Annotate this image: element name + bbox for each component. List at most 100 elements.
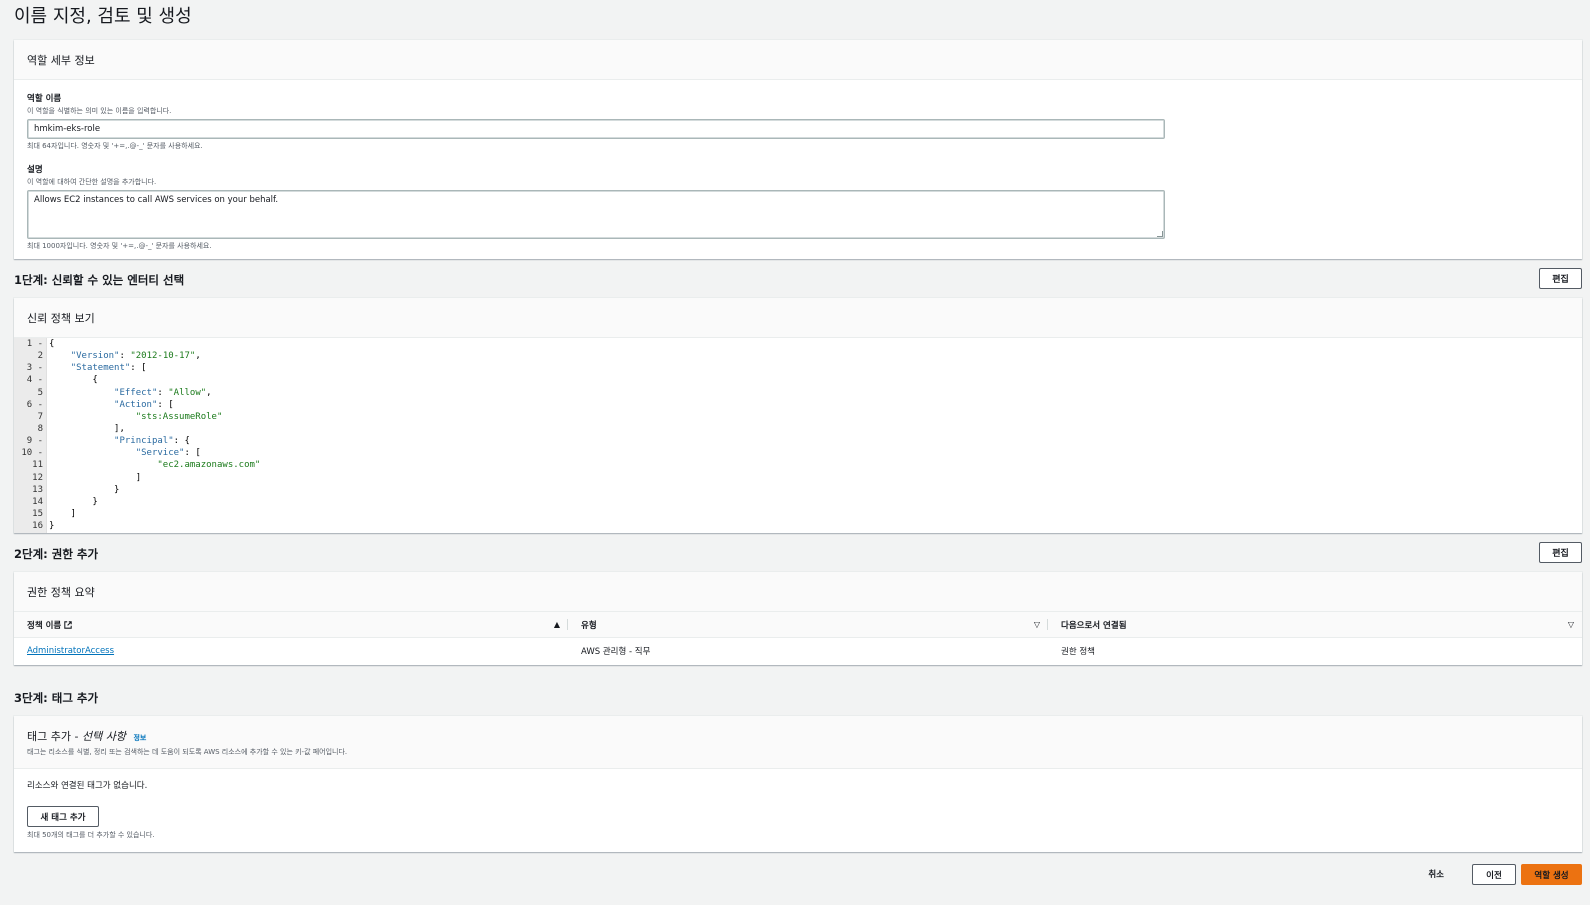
step2-title: 2단계: 권한 추가: [14, 547, 99, 561]
trust-policy-panel: 신뢰 정책 보기 1 - 23 -4 -56 -78 9 -10 -11 12 13 14…: [14, 298, 1582, 533]
code-line: "Version": "2012-10-17",: [49, 350, 1582, 362]
trust-policy-code-viewer: 1 - 23 -4 -56 -78 9 -10 -11 12 13 14 15 16 { "V…: [14, 338, 1582, 533]
line-number: 5: [37, 387, 43, 398]
line-number: 4 -: [26, 375, 43, 386]
code-token: }: [49, 521, 55, 532]
code-token: "Statement": [70, 363, 131, 374]
permissions-header: 권한 정책 요약: [14, 572, 1582, 612]
previous-button[interactable]: 이전: [1472, 864, 1516, 885]
no-tags-text: 리소스와 연결된 태그가 없습니다.: [27, 781, 148, 791]
step1-edit-button[interactable]: 편집: [1539, 268, 1582, 289]
role-name-value: hmkim-eks-role: [34, 124, 101, 134]
line-number: 1 -: [26, 339, 43, 349]
sort-descending-icon[interactable]: ▽: [1568, 620, 1574, 629]
code-token: {: [49, 339, 55, 349]
sort-descending-icon[interactable]: ▽: [1034, 620, 1040, 629]
policy-type-cell: AWS 관리형 - 직무: [581, 647, 651, 657]
line-number: 13: [32, 484, 43, 495]
code-line: {: [49, 338, 1582, 350]
code-token: "Allow": [168, 387, 207, 398]
description-label: 설명: [27, 165, 43, 175]
role-details-header: 역할 세부 정보: [14, 40, 1582, 80]
code-token: {: [49, 375, 98, 386]
code-token: ]: [49, 472, 142, 483]
code-token: "Version": [70, 351, 120, 362]
code-line: "Service": [: [49, 447, 1582, 459]
code-line: "Principal": {: [49, 435, 1582, 447]
column-policy-name-label: 정책 이름: [27, 620, 62, 631]
role-details-panel: 역할 세부 정보 역할 이름 이 역할을 식별하는 의미 있는 이름을 입력합니…: [14, 40, 1582, 259]
column-attached-as-label: 다음으로서 연결됨: [1061, 620, 1127, 631]
code-token: :: [119, 351, 131, 362]
description-textarea[interactable]: Allows EC2 instances to call AWS service…: [27, 190, 1165, 239]
code-token: "2012-10-17": [130, 351, 196, 362]
code-line: "Action": [: [49, 399, 1582, 411]
code-token: ],: [49, 423, 125, 434]
step3-title: 3단계: 태그 추가: [14, 691, 99, 705]
code-token: "Service": [135, 448, 185, 459]
role-name-hint: 최대 64자입니다. 영숫자 및 '+=,.@-_' 문자를 사용하세요.: [27, 142, 203, 150]
code-token: ,: [195, 351, 201, 362]
code-content: { "Version": "2012-10-17", "Statement": …: [47, 338, 1582, 533]
code-line: "ec2.amazonaws.com": [49, 459, 1582, 471]
cancel-button[interactable]: 취소: [1428, 868, 1444, 880]
tags-description: 태그는 리소스를 식별, 정리 또는 검색하는 데 도움이 되도록 AWS 리소…: [27, 747, 348, 756]
code-token: : [: [130, 363, 147, 374]
code-line: }: [49, 484, 1582, 496]
code-token: "Effect": [114, 387, 158, 398]
line-number: 6 -: [26, 399, 43, 410]
column-policy-name[interactable]: 정책 이름 ▲: [14, 612, 568, 637]
add-new-tag-button[interactable]: 새 태그 추가: [27, 806, 99, 827]
code-line: }: [49, 496, 1582, 508]
trust-policy-header: 신뢰 정책 보기: [14, 298, 1582, 338]
code-token: "ec2.amazonaws.com": [157, 460, 261, 471]
code-line: "sts:AssumeRole": [49, 411, 1582, 423]
info-link[interactable]: 정보: [133, 734, 146, 742]
tags-title: 태그 추가 -: [27, 729, 82, 743]
policy-link-administrator-access[interactable]: AdministratorAccess: [27, 646, 114, 656]
page-title: 이름 지정, 검토 및 생성: [14, 6, 192, 27]
column-type[interactable]: 유형 ▽: [568, 612, 1048, 637]
code-line: "Statement": [: [49, 362, 1582, 374]
line-number: 10 -: [21, 448, 43, 459]
policy-attached-cell: 권한 정책: [1061, 647, 1095, 657]
code-line: }: [49, 520, 1582, 532]
step1-title: 1단계: 신뢰할 수 있는 엔터티 선택: [14, 273, 185, 287]
permissions-table-header: 정책 이름 ▲ 유형 ▽ 다음으로서 연결됨 ▽: [14, 612, 1582, 638]
tags-title-optional: 선택 사항: [81, 729, 126, 743]
step2-edit-button[interactable]: 편집: [1539, 542, 1582, 563]
role-name-description: 이 역할을 식별하는 의미 있는 이름을 입력합니다.: [27, 107, 172, 115]
column-attached-as[interactable]: 다음으로서 연결됨 ▽: [1048, 612, 1582, 637]
role-name-input[interactable]: hmkim-eks-role: [27, 119, 1165, 139]
resize-handle-icon[interactable]: [1157, 231, 1163, 237]
code-line: ],: [49, 423, 1582, 435]
code-token: : [: [157, 399, 174, 410]
code-token: }: [49, 496, 98, 507]
code-token: ]: [49, 508, 77, 519]
tags-panel: 태그 추가 - 선택 사항 정보 태그는 리소스를 식별, 정리 또는 검색하는…: [14, 716, 1582, 852]
description-hint: 최대 1000자입니다. 영숫자 및 '+=,.@-_' 문자를 사용하세요.: [27, 242, 212, 250]
line-number: 12: [32, 472, 43, 483]
code-line: "Effect": "Allow",: [49, 387, 1582, 399]
line-number: 2: [37, 351, 43, 362]
code-token: }: [49, 484, 120, 495]
permissions-panel: 권한 정책 요약 정책 이름 ▲ 유형 ▽ 다음으로서 연결됨 ▽ Admini…: [14, 572, 1582, 665]
line-number: 15: [32, 508, 43, 519]
line-number: 14: [32, 496, 43, 507]
description-value: Allows EC2 instances to call AWS service…: [34, 195, 279, 205]
create-role-button[interactable]: 역할 생성: [1521, 864, 1582, 885]
column-type-label: 유형: [581, 620, 597, 631]
line-number: 9 -: [26, 436, 43, 447]
code-line: ]: [49, 508, 1582, 520]
sort-ascending-icon[interactable]: ▲: [554, 620, 560, 629]
line-number: 7: [37, 411, 43, 422]
code-token: : {: [173, 436, 190, 447]
external-link-icon: [64, 620, 72, 629]
